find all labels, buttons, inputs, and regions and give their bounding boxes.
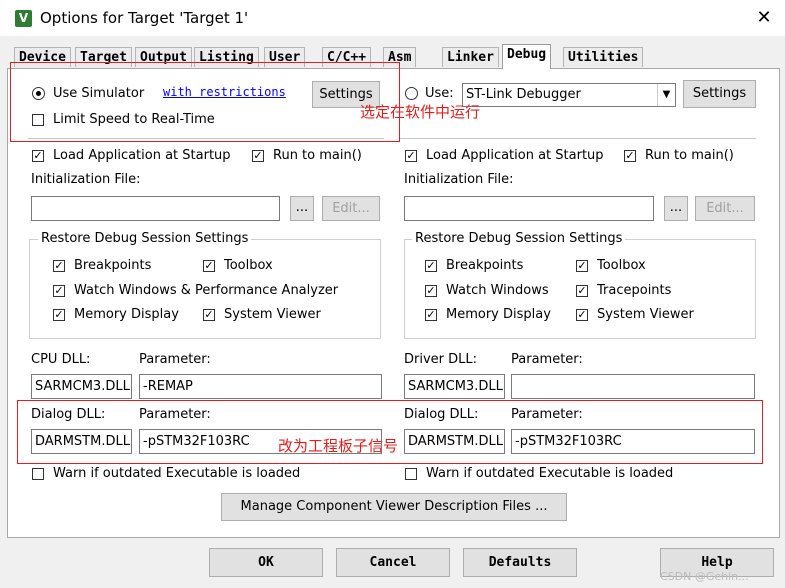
left-run-to-main-label: Run to main() (273, 148, 362, 163)
left-warn-outdated-checkbox[interactable] (32, 468, 44, 480)
right-memory-display-checkbox[interactable]: ✓ (425, 309, 437, 321)
left-breakpoints-label: Breakpoints (74, 258, 152, 273)
app-icon: V (15, 10, 32, 27)
right-load-app-checkbox[interactable]: ✓ (405, 150, 417, 162)
right-init-file-label: Initialization File: (404, 172, 514, 187)
right-restore-group-title: Restore Debug Session Settings (412, 231, 626, 246)
left-system-viewer-checkbox[interactable]: ✓ (203, 309, 215, 321)
chevron-down-icon[interactable]: ▼ (657, 84, 675, 106)
left-load-app-checkbox[interactable]: ✓ (32, 150, 44, 162)
left-browse-button[interactable]: ... (290, 196, 314, 221)
use-label: Use: (425, 86, 454, 101)
cpu-param-input[interactable]: -REMAP (139, 374, 382, 399)
driver-dll-label: Driver DLL: (404, 352, 478, 367)
left-init-file-input[interactable] (31, 196, 280, 221)
cpu-dll-label: CPU DLL: (31, 352, 91, 367)
ok-button[interactable]: OK (209, 548, 323, 577)
right-watch-windows-label: Watch Windows (446, 283, 549, 298)
right-init-file-input[interactable] (404, 196, 654, 221)
driver-dll-input[interactable]: SARMCM3.DLL (404, 374, 505, 399)
left-memory-display-checkbox[interactable]: ✓ (53, 309, 65, 321)
left-watch-windows-label: Watch Windows & Performance Analyzer (74, 283, 339, 298)
cancel-button[interactable]: Cancel (336, 548, 450, 577)
simulator-annotation-text: 选定在软件中运行 (360, 103, 481, 121)
left-init-file-label: Initialization File: (31, 172, 141, 187)
right-warn-outdated-label: Warn if outdated Executable is loaded (426, 466, 674, 481)
left-toolbox-checkbox[interactable]: ✓ (203, 260, 215, 272)
tab-utilities[interactable]: Utilities (563, 47, 644, 67)
left-watch-windows-checkbox[interactable]: ✓ (53, 285, 65, 297)
right-tracepoints-checkbox[interactable]: ✓ (576, 285, 588, 297)
tab-debug[interactable]: Debug (502, 44, 552, 69)
left-system-viewer-label: System Viewer (224, 307, 321, 322)
watermark: CSDN @Gehin... (660, 570, 749, 583)
right-system-viewer-label: System Viewer (597, 307, 694, 322)
debugger-select-value: ST-Link Debugger (466, 87, 581, 102)
right-browse-button[interactable]: ... (664, 196, 688, 221)
right-tracepoints-label: Tracepoints (597, 283, 672, 298)
manage-component-viewer-button[interactable]: Manage Component Viewer Description File… (221, 493, 567, 521)
right-run-to-main-label: Run to main() (645, 148, 734, 163)
left-run-to-main-checkbox[interactable]: ✓ (252, 150, 264, 162)
close-icon[interactable]: ✕ (752, 6, 776, 30)
board-annotation-text: 改为工程板子信号 (278, 437, 399, 455)
right-edit-button[interactable]: Edit... (695, 196, 755, 221)
right-system-viewer-checkbox[interactable]: ✓ (576, 309, 588, 321)
left-restore-group-title: Restore Debug Session Settings (38, 231, 252, 246)
debugger-select[interactable]: ST-Link Debugger (462, 83, 676, 107)
cpu-param-label: Parameter: (139, 352, 211, 367)
right-load-app-label: Load Application at Startup (426, 148, 604, 163)
left-breakpoints-checkbox[interactable]: ✓ (53, 260, 65, 272)
left-warn-outdated-label: Warn if outdated Executable is loaded (53, 466, 301, 481)
left-load-app-label: Load Application at Startup (53, 148, 231, 163)
debugger-settings-button[interactable]: Settings (683, 80, 756, 108)
left-memory-display-label: Memory Display (74, 307, 179, 322)
defaults-button[interactable]: Defaults (463, 548, 577, 577)
right-memory-display-label: Memory Display (446, 307, 551, 322)
right-run-to-main-checkbox[interactable]: ✓ (624, 150, 636, 162)
driver-param-input[interactable] (511, 374, 755, 399)
right-separator (400, 138, 756, 140)
use-debugger-radio[interactable] (405, 87, 418, 100)
left-toolbox-label: Toolbox (224, 258, 273, 273)
right-watch-windows-checkbox[interactable]: ✓ (425, 285, 437, 297)
window-title: Options for Target 'Target 1' (40, 9, 249, 27)
tab-linker[interactable]: Linker (442, 47, 499, 67)
right-breakpoints-label: Breakpoints (446, 258, 524, 273)
cpu-dll-input[interactable]: SARMCM3.DLL (31, 374, 132, 399)
right-toolbox-checkbox[interactable]: ✓ (576, 260, 588, 272)
driver-param-label: Parameter: (511, 352, 583, 367)
right-breakpoints-checkbox[interactable]: ✓ (425, 260, 437, 272)
right-warn-outdated-checkbox[interactable] (405, 468, 417, 480)
simulator-annotation-box (10, 62, 400, 142)
left-edit-button[interactable]: Edit... (322, 196, 380, 221)
right-toolbox-label: Toolbox (597, 258, 646, 273)
